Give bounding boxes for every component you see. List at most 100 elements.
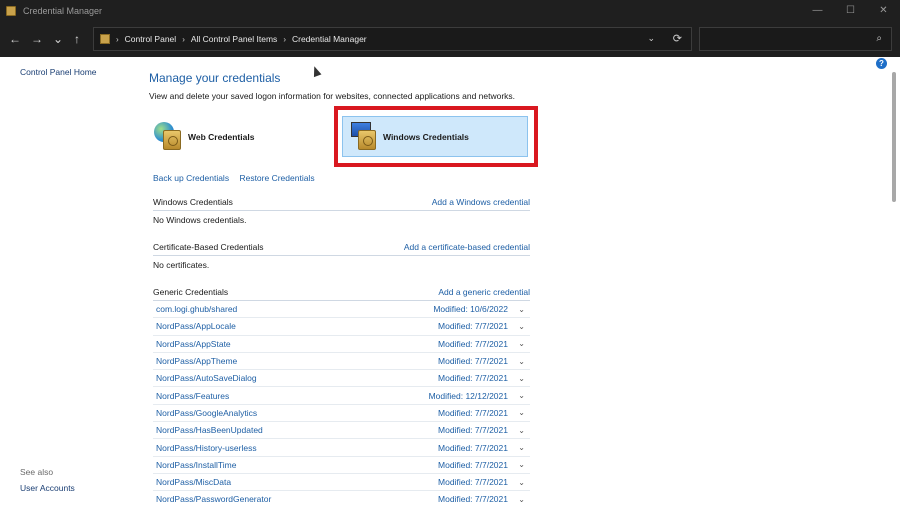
credential-modified-date: Modified: 7/7/2021 xyxy=(438,477,508,488)
breadcrumb-control-panel[interactable]: Control Panel xyxy=(125,34,177,44)
generic-credential-row[interactable]: NordPass/History-userless Modified: 7/7/2… xyxy=(153,439,530,457)
credential-name[interactable]: com.logi.ghub/shared xyxy=(156,304,237,314)
credential-modified-date: Modified: 7/7/2021 xyxy=(438,407,508,418)
generic-credentials-list: com.logi.ghub/shared Modified: 10/6/2022 ⌄… xyxy=(153,301,530,506)
generic-credential-row[interactable]: NordPass/AutoSaveDialog Modified: 7/7/202… xyxy=(153,370,530,388)
credential-modified-date: Modified: 7/7/2021 xyxy=(438,373,508,384)
address-bar[interactable]: › Control Panel › All Control Panel Item… xyxy=(93,27,692,51)
generic-credential-row[interactable]: NordPass/AppTheme Modified: 7/7/2021 ⌄ xyxy=(153,353,530,371)
credential-modified-date: Modified: 7/7/2021 xyxy=(438,425,508,436)
expand-chevron-icon[interactable]: ⌄ xyxy=(518,460,525,469)
restore-credentials-link[interactable]: Restore Credentials xyxy=(239,173,314,183)
credential-name[interactable]: NordPass/HasBeenUpdated xyxy=(156,425,263,435)
control-panel-home-link[interactable]: Control Panel Home xyxy=(20,67,97,77)
breadcrumb-credential-manager[interactable]: Credential Manager xyxy=(292,34,367,44)
web-credentials-tile[interactable]: Web Credentials xyxy=(154,117,324,157)
certificate-credentials-section: Certificate-Based Credentials Add a cert… xyxy=(153,239,530,273)
user-accounts-link[interactable]: User Accounts xyxy=(20,483,75,493)
credential-modified-date: Modified: 12/12/2021 xyxy=(428,390,508,401)
search-input[interactable]: ⌕ xyxy=(699,27,892,51)
navigation-bar: ← → ⌄ ↑ › Control Panel › All Control Pa… xyxy=(0,21,900,57)
web-credentials-icon xyxy=(154,122,184,152)
credential-name[interactable]: NordPass/AppTheme xyxy=(156,356,237,366)
add-certificate-credential-link[interactable]: Add a certificate-based credential xyxy=(404,242,530,252)
forward-arrow-icon[interactable]: → xyxy=(29,31,45,47)
vault-icon xyxy=(163,130,181,150)
credential-modified-date: Modified: 7/7/2021 xyxy=(438,356,508,367)
see-also-heading: See also xyxy=(20,467,54,477)
credential-modified-date: Modified: 7/7/2021 xyxy=(438,338,508,349)
breadcrumb-separator-icon: › xyxy=(116,34,119,44)
expand-chevron-icon[interactable]: ⌄ xyxy=(518,374,525,383)
add-generic-credential-link[interactable]: Add a generic credential xyxy=(438,287,530,297)
credential-modified-date: Modified: 7/7/2021 xyxy=(438,442,508,453)
close-button[interactable]: ✕ xyxy=(867,0,900,21)
highlight-annotation-box xyxy=(334,106,538,167)
maximize-button[interactable]: ☐ xyxy=(834,0,867,21)
generic-credential-row[interactable]: NordPass/PasswordGenerator Modified: 7/7/… xyxy=(153,491,530,506)
generic-credentials-heading: Generic Credentials xyxy=(153,287,229,297)
up-arrow-icon[interactable]: ↑ xyxy=(69,31,85,47)
credential-name[interactable]: NordPass/Features xyxy=(156,391,229,401)
expand-chevron-icon[interactable]: ⌄ xyxy=(518,408,525,417)
generic-credential-row[interactable]: NordPass/Features Modified: 12/12/2021 ⌄ xyxy=(153,387,530,405)
search-icon[interactable]: ⌕ xyxy=(876,33,882,44)
backup-restore-links: Back up Credentials Restore Credentials xyxy=(153,173,323,183)
minimize-button[interactable]: — xyxy=(801,0,834,21)
address-dropdown-icon[interactable]: ⌄ xyxy=(647,33,655,44)
breadcrumb-separator-icon: › xyxy=(283,34,286,44)
back-up-credentials-link[interactable]: Back up Credentials xyxy=(153,173,229,183)
window-controls: — ☐ ✕ xyxy=(801,0,900,21)
help-icon[interactable]: ? xyxy=(876,58,887,69)
generic-credential-row[interactable]: NordPass/InstallTime Modified: 7/7/2021 ⌄ xyxy=(153,457,530,474)
credential-modified-date: Modified: 10/6/2022 xyxy=(433,304,508,315)
generic-credential-row[interactable]: com.logi.ghub/shared Modified: 10/6/2022 ⌄ xyxy=(153,301,530,319)
credential-name[interactable]: NordPass/AutoSaveDialog xyxy=(156,373,257,383)
breadcrumb-separator-icon: › xyxy=(182,34,185,44)
credential-modified-date: Modified: 7/7/2021 xyxy=(438,459,508,470)
title-bar: Credential Manager — ☐ ✕ xyxy=(0,0,900,21)
expand-chevron-icon[interactable]: ⌄ xyxy=(518,357,525,366)
main-content: Manage your credentials View and delete … xyxy=(148,57,888,506)
expand-chevron-icon[interactable]: ⌄ xyxy=(518,495,525,504)
expand-chevron-icon[interactable]: ⌄ xyxy=(518,478,525,487)
back-arrow-icon[interactable]: ← xyxy=(7,31,23,47)
credential-name[interactable]: NordPass/AppLocale xyxy=(156,321,236,331)
scrollbar[interactable] xyxy=(892,72,896,202)
recent-locations-chevron-icon[interactable]: ⌄ xyxy=(50,31,66,47)
certificate-credentials-heading: Certificate-Based Credentials xyxy=(153,242,264,252)
expand-chevron-icon[interactable]: ⌄ xyxy=(518,391,525,400)
refresh-icon[interactable]: ⟳ xyxy=(673,32,682,45)
control-panel-folder-icon xyxy=(100,34,110,44)
expand-chevron-icon[interactable]: ⌄ xyxy=(518,322,525,331)
windows-credentials-section: Windows Credentials Add a Windows creden… xyxy=(153,194,530,228)
breadcrumb-all-control-panel-items[interactable]: All Control Panel Items xyxy=(191,34,277,44)
credential-name[interactable]: NordPass/AppState xyxy=(156,339,231,349)
credential-name[interactable]: NordPass/History-userless xyxy=(156,443,257,453)
generic-credentials-section: Generic Credentials Add a generic creden… xyxy=(153,284,530,301)
expand-chevron-icon[interactable]: ⌄ xyxy=(518,339,525,348)
credential-name[interactable]: NordPass/GoogleAnalytics xyxy=(156,408,257,418)
window-title: Credential Manager xyxy=(23,5,103,16)
credential-manager-app-icon xyxy=(6,5,16,16)
credential-name[interactable]: NordPass/PasswordGenerator xyxy=(156,494,271,504)
credential-name[interactable]: NordPass/MiscData xyxy=(156,477,231,487)
windows-credentials-empty: No Windows credentials. xyxy=(153,214,247,225)
windows-credentials-heading: Windows Credentials xyxy=(153,197,233,207)
expand-chevron-icon[interactable]: ⌄ xyxy=(518,443,525,452)
generic-credential-row[interactable]: NordPass/MiscData Modified: 7/7/2021 ⌄ xyxy=(153,474,530,492)
web-credentials-label: Web Credentials xyxy=(188,132,255,142)
generic-credential-row[interactable]: NordPass/AppState Modified: 7/7/2021 ⌄ xyxy=(153,336,530,353)
generic-credential-row[interactable]: NordPass/AppLocale Modified: 7/7/2021 ⌄ xyxy=(153,318,530,336)
certificate-credentials-empty: No certificates. xyxy=(153,259,210,270)
page-description: View and delete your saved logon informa… xyxy=(149,91,516,101)
expand-chevron-icon[interactable]: ⌄ xyxy=(518,426,525,435)
generic-credential-row[interactable]: NordPass/HasBeenUpdated Modified: 7/7/202… xyxy=(153,422,530,440)
credential-name[interactable]: NordPass/InstallTime xyxy=(156,460,236,470)
credential-modified-date: Modified: 7/7/2021 xyxy=(438,321,508,332)
add-windows-credential-link[interactable]: Add a Windows credential xyxy=(432,197,530,207)
expand-chevron-icon[interactable]: ⌄ xyxy=(518,305,525,314)
credential-modified-date: Modified: 7/7/2021 xyxy=(438,494,508,505)
left-pane: Control Panel Home See also User Account… xyxy=(0,57,140,506)
generic-credential-row[interactable]: NordPass/GoogleAnalytics Modified: 7/7/20… xyxy=(153,405,530,423)
